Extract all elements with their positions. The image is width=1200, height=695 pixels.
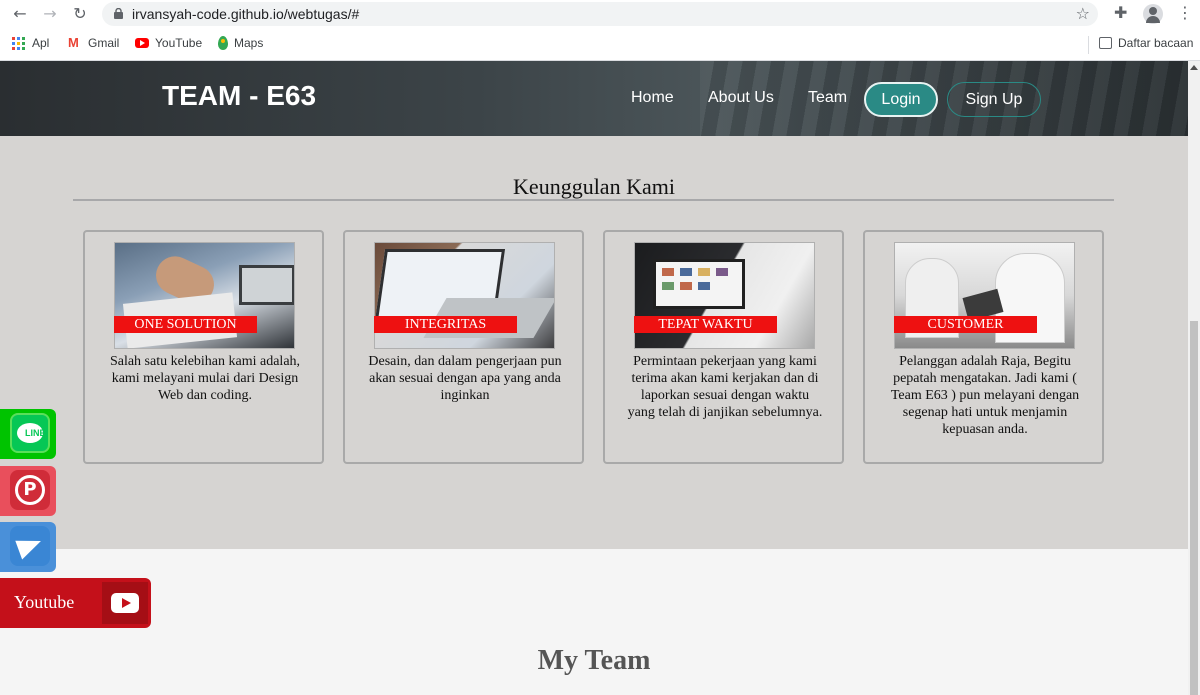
line-icon: LINE <box>10 413 50 453</box>
section-title: Keunggulan Kami <box>513 174 675 199</box>
nav-home[interactable]: Home <box>631 89 674 107</box>
site-brand[interactable]: TEAM - E63 <box>162 80 316 112</box>
maps-pin-icon <box>218 36 228 50</box>
site-header: TEAM - E63 Home About Us Team Login Sign… <box>0 61 1188 136</box>
team-section-title: My Team <box>537 645 651 676</box>
youtube-icon <box>135 38 149 48</box>
feature-description: Salah satu kelebihan kami adalah, kami m… <box>109 354 301 403</box>
feature-label: ONE SOLUTION <box>114 316 257 333</box>
bookmark-star-icon[interactable]: ☆ <box>1076 4 1090 23</box>
apps-grid-icon <box>12 36 26 50</box>
feature-label: INTEGRITAS <box>374 316 517 333</box>
gmail-icon: M <box>68 35 79 50</box>
feature-card: TEPAT WAKTU Permintaan pekerjaan yang ka… <box>603 230 844 464</box>
nav-about-us[interactable]: About Us <box>708 89 774 107</box>
pinterest-icon: P <box>10 470 50 510</box>
lock-icon <box>114 8 123 19</box>
scroll-thumb[interactable] <box>1190 321 1198 695</box>
back-icon[interactable]: ← <box>9 3 31 25</box>
section-divider <box>73 199 1114 201</box>
feature-label: TEPAT WAKTU <box>634 316 777 333</box>
extensions-icon[interactable]: ✚ <box>1114 3 1127 22</box>
telegram-icon <box>10 526 50 566</box>
bookmarks-divider <box>1088 36 1089 54</box>
youtube-share-button[interactable]: Youtube <box>0 578 151 628</box>
feature-card: CUSTOMER Pelanggan adalah Raja, Begitu p… <box>863 230 1104 464</box>
youtube-label: Youtube <box>14 592 75 612</box>
feature-card: INTEGRITAS Desain, dan dalam pengerjaan … <box>343 230 584 464</box>
bookmark-gmail[interactable]: M Gmail <box>68 35 119 51</box>
profile-avatar[interactable] <box>1143 4 1163 24</box>
feature-card: ONE SOLUTION Salah satu kelebihan kami a… <box>83 230 324 464</box>
bookmark-apps[interactable]: Apl <box>12 36 49 50</box>
scroll-up-arrow-icon[interactable] <box>1190 65 1198 70</box>
feature-description: Permintaan pekerjaan yang kami terima ak… <box>627 354 823 420</box>
bookmark-maps[interactable]: Maps <box>218 36 263 50</box>
reload-icon[interactable]: ↻ <box>69 3 91 25</box>
features-section: Keunggulan Kami ONE SOLUTION Salah satu … <box>0 136 1188 549</box>
bookmark-youtube[interactable]: YouTube <box>135 36 202 50</box>
forward-icon[interactable]: → <box>39 3 61 25</box>
nav-team[interactable]: Team <box>808 89 847 107</box>
feature-description: Desain, dan dalam pengerjaan pun akan se… <box>368 354 562 403</box>
page-scrollbar[interactable] <box>1188 61 1200 695</box>
pinterest-share-button[interactable]: P <box>0 466 56 516</box>
reading-list[interactable]: Daftar bacaan <box>1099 36 1193 50</box>
reading-list-icon <box>1099 37 1112 49</box>
bookmarks-bar: Apl M Gmail YouTube Maps Daftar bacaan <box>0 28 1200 61</box>
signup-button[interactable]: Sign Up <box>947 82 1041 117</box>
line-share-button[interactable]: LINE <box>0 409 56 459</box>
browser-toolbar: ← → ↻ irvansyah-code.github.io/webtugas/… <box>0 0 1200 28</box>
feature-label: CUSTOMER <box>894 316 1037 333</box>
telegram-share-button[interactable] <box>0 522 56 572</box>
youtube-icon <box>102 582 148 624</box>
address-bar[interactable]: irvansyah-code.github.io/webtugas/# ☆ <box>102 2 1098 26</box>
url-text: irvansyah-code.github.io/webtugas/# <box>132 6 360 22</box>
menu-kebab-icon[interactable]: ⋮ <box>1177 3 1193 22</box>
login-button[interactable]: Login <box>864 82 938 117</box>
feature-description: Pelanggan adalah Raja, Begitu pepatah me… <box>890 354 1080 437</box>
